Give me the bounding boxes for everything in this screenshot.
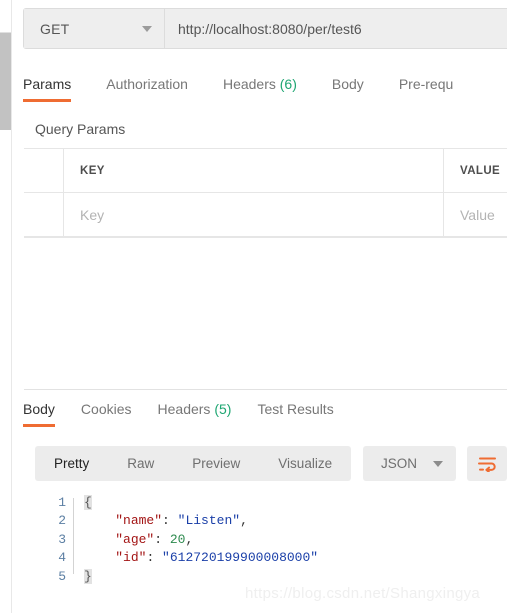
tab-pre-request-script-label: Pre-requ: [398, 76, 454, 92]
tab-test-results[interactable]: Test Results: [257, 401, 333, 427]
view-mode-pretty-label: Pretty: [54, 456, 90, 471]
line-number: 5: [58, 568, 66, 584]
value-input-placeholder[interactable]: Value: [460, 207, 495, 223]
line-number: 2: [58, 513, 66, 529]
header-checkbox-cell: [24, 149, 64, 192]
http-method-selector[interactable]: GET: [24, 9, 165, 48]
key-input-placeholder[interactable]: Key: [80, 207, 104, 223]
tab-response-headers-label: Headers: [157, 401, 211, 417]
token-key: "id": [115, 550, 147, 566]
tab-authorization[interactable]: Authorization: [106, 76, 188, 102]
response-format-selector[interactable]: JSON: [363, 446, 457, 481]
chevron-down-icon: [142, 25, 152, 32]
view-mode-preview[interactable]: Preview: [173, 446, 259, 481]
tab-headers[interactable]: Headers (6): [223, 76, 297, 102]
header-value-cell: VALUE: [444, 149, 507, 192]
header-key-cell: KEY: [64, 149, 444, 192]
token-string: "Listen": [177, 513, 241, 529]
tab-pre-request-script[interactable]: Pre-requ: [399, 76, 453, 102]
response-toolbar: Pretty Raw Preview Visualize JSON: [35, 446, 507, 481]
http-method-label: GET: [40, 20, 70, 37]
url-input[interactable]: http://localhost:8080/per/test6: [165, 9, 507, 48]
token-colon: :: [146, 550, 163, 566]
watermark: https://blog.csdn.net/Shangxingya: [245, 585, 481, 602]
table-header-row: KEY VALUE: [24, 149, 507, 193]
sidebar-scrollbar-thumb[interactable]: [0, 33, 11, 130]
word-wrap-icon: [477, 457, 496, 472]
request-tab-bar: Params Authorization Headers (6) Body Pr…: [12, 76, 507, 108]
view-mode-raw[interactable]: Raw: [108, 446, 173, 481]
indent-guide: [73, 498, 74, 574]
view-mode-preview-label: Preview: [192, 456, 241, 471]
view-mode-group: Pretty Raw Preview Visualize: [35, 446, 351, 481]
tab-response-headers[interactable]: Headers (5): [158, 401, 232, 427]
table-row[interactable]: Key Value: [24, 193, 507, 236]
code-line: 2 "name": "Listen",: [24, 512, 507, 531]
sidebar-top-divider: [0, 32, 11, 33]
token-comma: ,: [240, 513, 248, 529]
token-brace: }: [84, 568, 92, 584]
app-frame: GET http://localhost:8080/per/test6 Para…: [0, 0, 507, 613]
response-tab-bar: Body Cookies Headers (5) Test Results: [12, 401, 507, 433]
tab-response-headers-count: (5): [214, 401, 232, 417]
token-colon: :: [162, 513, 178, 529]
tab-body[interactable]: Body: [332, 76, 364, 102]
token-key: "name": [115, 513, 163, 529]
code-content: {: [76, 494, 92, 510]
code-line: 4 "id": "612720199900008000": [24, 549, 507, 568]
request-response-panel: GET http://localhost:8080/per/test6 Para…: [12, 0, 507, 613]
token-number: 20: [169, 531, 186, 547]
code-content: "age": 20,: [76, 532, 193, 547]
token-brace: {: [84, 494, 92, 510]
pane-divider[interactable]: [24, 389, 507, 390]
chevron-down-icon: [433, 460, 444, 467]
row-value-cell[interactable]: Value: [444, 193, 507, 236]
code-content: "id": "612720199900008000": [76, 550, 318, 565]
row-key-cell[interactable]: Key: [64, 193, 444, 236]
code-line: 1 {: [24, 493, 507, 512]
line-number: 4: [58, 550, 66, 566]
line-number: 3: [58, 531, 66, 547]
tab-response-cookies[interactable]: Cookies: [81, 401, 132, 427]
tab-headers-label: Headers: [222, 76, 276, 92]
token-colon: :: [154, 531, 170, 547]
token-string: "612720199900008000": [162, 550, 319, 566]
tab-headers-count: (6): [279, 76, 297, 92]
query-params-title: Query Params: [35, 121, 126, 137]
url-bar: GET http://localhost:8080/per/test6: [23, 8, 507, 49]
tab-params[interactable]: Params: [23, 76, 72, 102]
view-mode-visualize-label: Visualize: [278, 456, 333, 471]
view-mode-pretty[interactable]: Pretty: [35, 446, 108, 481]
tab-response-body-label: Body: [23, 401, 55, 417]
view-mode-raw-label: Raw: [127, 456, 155, 471]
tab-test-results-label: Test Results: [257, 401, 334, 417]
column-header-value: VALUE: [460, 164, 501, 177]
code-content: }: [76, 568, 92, 584]
token-key: "age": [115, 531, 155, 547]
tab-response-body[interactable]: Body: [23, 401, 55, 427]
column-header-key: KEY: [80, 164, 105, 177]
word-wrap-button[interactable]: [467, 446, 507, 481]
code-content: "name": "Listen",: [76, 513, 248, 528]
query-params-table: KEY VALUE Key Value: [24, 148, 507, 237]
tab-params-label: Params: [23, 76, 72, 92]
row-checkbox-cell[interactable]: [24, 193, 64, 236]
tab-response-cookies-label: Cookies: [80, 401, 132, 417]
response-format-label: JSON: [381, 456, 418, 471]
tab-authorization-label: Authorization: [106, 76, 188, 92]
code-line: 5 }: [24, 567, 507, 586]
line-number: 1: [58, 494, 66, 510]
token-comma: ,: [185, 531, 194, 547]
sidebar-scrollbar-track[interactable]: [0, 0, 11, 613]
table-bottom-divider: [24, 237, 507, 238]
view-mode-visualize[interactable]: Visualize: [259, 446, 351, 481]
code-line: 3 "age": 20,: [24, 530, 507, 549]
tab-body-label: Body: [331, 76, 364, 92]
